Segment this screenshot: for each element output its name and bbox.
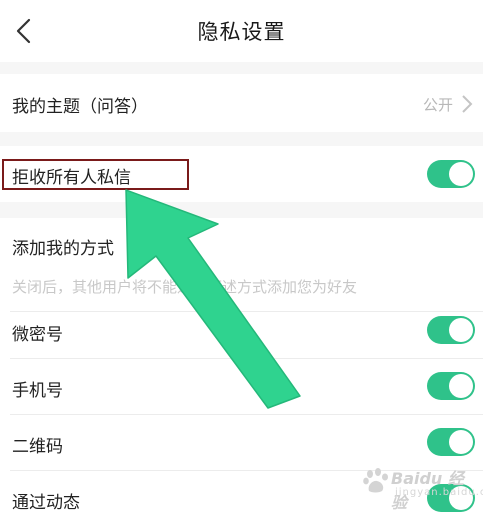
qr-code-toggle[interactable]: [427, 428, 475, 456]
page-title: 隐私设置: [197, 20, 286, 44]
watermark-url: jingyan.baidu.com: [395, 487, 483, 498]
phone-number-toggle[interactable]: [427, 372, 475, 400]
annotation-highlight-box: [2, 159, 189, 190]
header-bar: 隐私设置: [0, 0, 483, 62]
section-gap: [0, 62, 483, 74]
section-gap: [0, 132, 483, 146]
add-method-label: 微密号: [12, 325, 63, 345]
topic-row[interactable]: 我的主题（问答） 公开: [0, 74, 483, 132]
toggle-knob: [449, 318, 473, 342]
add-method-label: 手机号: [12, 381, 63, 401]
reject-messages-toggle[interactable]: [427, 160, 475, 188]
divider: [10, 358, 483, 359]
topic-value: 公开: [422, 96, 453, 114]
toggle-knob: [449, 162, 473, 186]
add-methods-hint: 关闭后，其他用户将不能通过下述方式添加您为好友: [12, 278, 358, 296]
topic-label: 我的主题（问答）: [12, 97, 148, 117]
baidu-watermark: Baidu 经验 jingyan.baidu.com: [359, 459, 483, 512]
add-method-label: 通过动态: [12, 493, 80, 513]
wechat-id-toggle[interactable]: [427, 316, 475, 344]
add-methods-title: 添加我的方式: [12, 239, 114, 259]
chevron-right-icon: [462, 95, 473, 113]
divider: [10, 414, 483, 415]
toggle-knob: [449, 430, 473, 454]
divider: [10, 311, 483, 312]
section-gap: [0, 202, 483, 218]
paw-logo-icon: [363, 468, 388, 493]
add-method-label: 二维码: [12, 437, 63, 457]
toggle-knob: [449, 374, 473, 398]
